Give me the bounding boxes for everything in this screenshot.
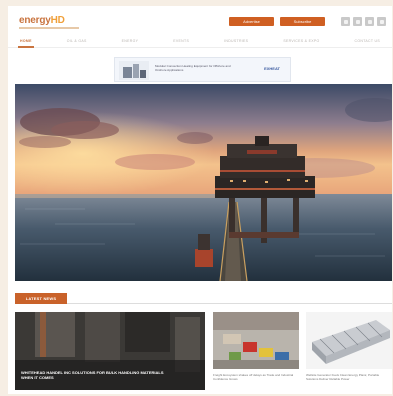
nav-item-energy[interactable]: ENERGY [122, 34, 139, 47]
nav-item-contact-us[interactable]: CONTACT US [355, 34, 380, 47]
main-navigation: HOME OIL & GAS ENERGY EVENTS INDUSTRIES … [8, 34, 392, 48]
nav-item-oil-gas[interactable]: OIL & GAS [67, 34, 87, 47]
nav-item-services-expo[interactable]: SERVICES & EXPO [283, 34, 319, 47]
nav-item-events[interactable]: EVENTS [173, 34, 189, 47]
logo-text-hd: HD [50, 15, 65, 26]
hero-image[interactable] [15, 84, 392, 281]
ad-banner[interactable]: Modular Convection Heating Equipment for… [114, 57, 291, 82]
logo-text-energy: energy [19, 15, 51, 26]
facebook-icon[interactable] [341, 17, 350, 26]
news-card-3-title[interactable]: Wellsite Generator Fuels Clean Energy Pl… [306, 373, 390, 381]
news-card-3-image[interactable] [306, 312, 392, 369]
news-card-featured[interactable]: WHITEHEAD HANDEL INC SOLUTIONS FOR BULK … [15, 312, 205, 390]
ad-brand: EXHEAT [264, 66, 280, 71]
subscribe-button[interactable]: Subscribe [280, 17, 325, 26]
section-divider [67, 303, 392, 304]
social-links [341, 17, 386, 26]
website-page: energyHD Advertise Subscribe HOME OIL & … [8, 6, 392, 394]
ad-product-image [119, 61, 149, 80]
rss-icon[interactable] [377, 17, 386, 26]
featured-news-title: WHITEHEAD HANDEL INC SOLUTIONS FOR BULK … [21, 370, 164, 380]
news-card-2-title[interactable]: Freight Ecosystem shakes off delays as T… [213, 373, 297, 381]
linkedin-icon[interactable] [365, 17, 374, 26]
twitter-icon[interactable] [353, 17, 362, 26]
latest-news-label: LATEST NEWS [15, 293, 67, 304]
power-modules-image [306, 312, 392, 369]
oil-platform-photo [15, 84, 392, 281]
logo-underline [19, 27, 79, 29]
news-card-2-image[interactable] [213, 312, 299, 369]
nav-item-industries[interactable]: INDUSTRIES [224, 34, 248, 47]
nav-item-home[interactable]: HOME [18, 34, 34, 48]
site-logo[interactable]: energyHD [19, 15, 65, 26]
advertise-button[interactable]: Advertise [229, 17, 274, 26]
cargo-containers-image [213, 312, 299, 369]
ad-text: Modular Convection Heating Equipment for… [155, 64, 231, 72]
